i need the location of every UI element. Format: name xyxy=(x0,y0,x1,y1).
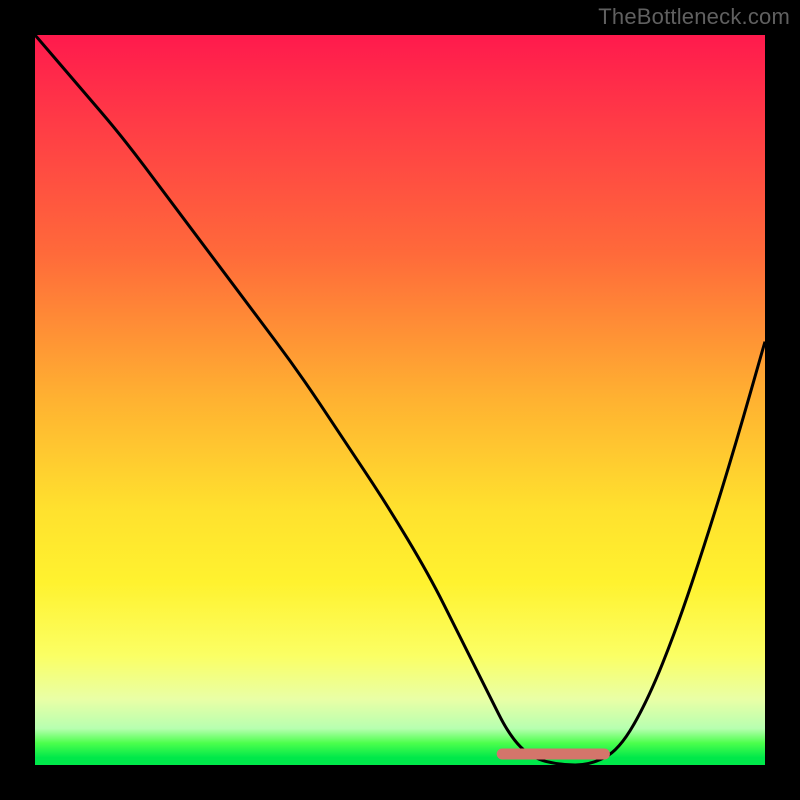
plot-area xyxy=(35,35,765,765)
chart-frame: TheBottleneck.com xyxy=(0,0,800,800)
trough-marker xyxy=(35,35,765,765)
watermark-text: TheBottleneck.com xyxy=(598,4,790,30)
